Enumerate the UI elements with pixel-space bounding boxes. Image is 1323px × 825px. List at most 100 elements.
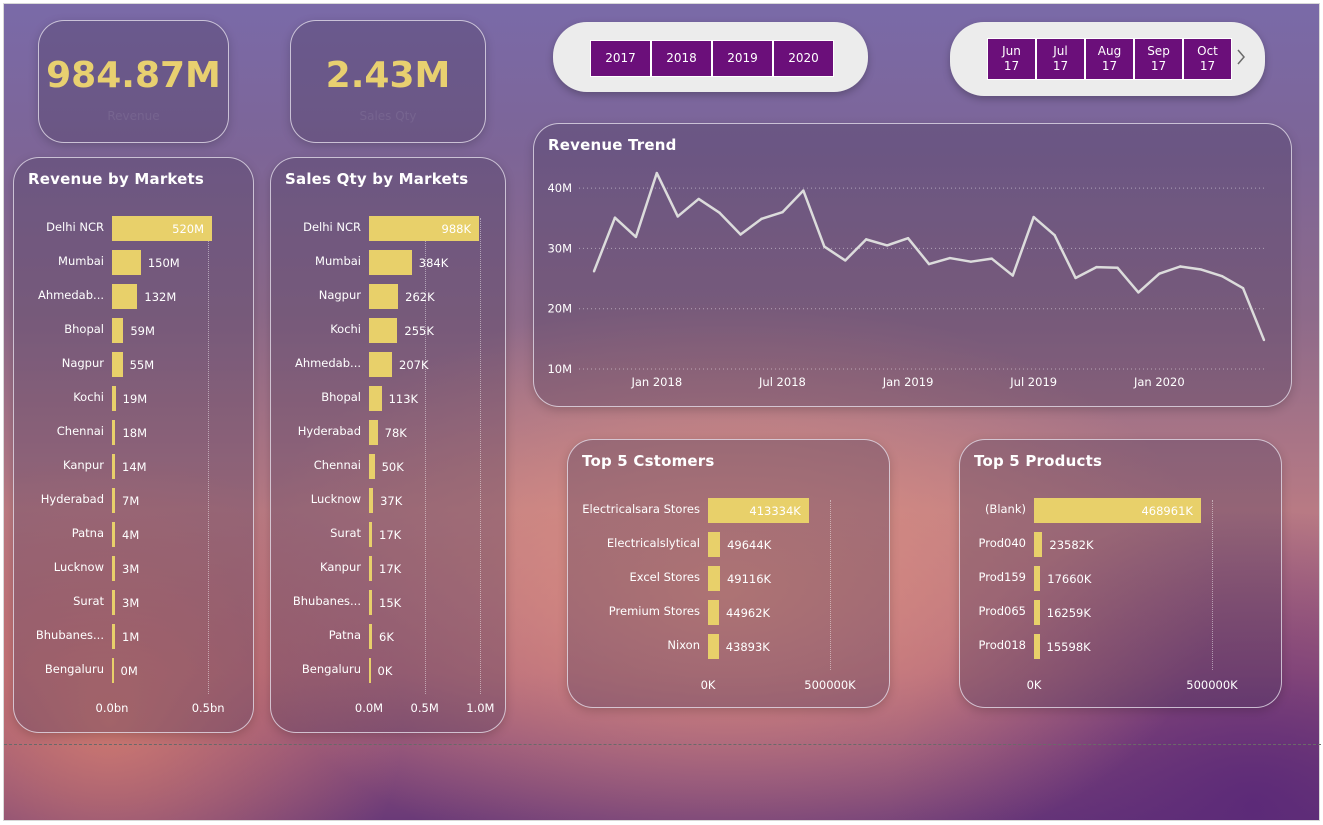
top5-products-card[interactable]: Top 5 Products 0K 500000K (Blank) 468961K Pr… bbox=[959, 439, 1282, 708]
category-label: Prod065 bbox=[978, 604, 1027, 618]
month-button-sep[interactable]: Sep 17 bbox=[1134, 38, 1183, 80]
bar[interactable] bbox=[369, 590, 372, 615]
data-point bbox=[739, 233, 742, 236]
month-slicer: Jun 17 Jul 17 Aug 17 Sep 17 Oct 17 bbox=[950, 22, 1265, 96]
data-label: 44962K bbox=[725, 606, 771, 620]
data-label: 55M bbox=[129, 358, 155, 372]
x-tick-label: 1.0M bbox=[466, 701, 495, 715]
category-label: Lucknow bbox=[310, 492, 361, 506]
category-label: Surat bbox=[73, 594, 104, 608]
bar[interactable] bbox=[1034, 600, 1040, 625]
bar[interactable] bbox=[708, 600, 719, 625]
data-point bbox=[1116, 266, 1119, 269]
bar[interactable] bbox=[112, 488, 115, 513]
bar[interactable] bbox=[112, 318, 124, 343]
bar[interactable] bbox=[112, 522, 115, 547]
revenue-by-markets-title: Revenue by Markets bbox=[28, 170, 205, 188]
x-tick-label: 0.5bn bbox=[191, 701, 225, 715]
data-label: 3M bbox=[122, 562, 140, 576]
category-label: Ahmedab... bbox=[37, 288, 104, 302]
data-label: 0K bbox=[377, 664, 393, 678]
data-point bbox=[781, 211, 784, 214]
data-point bbox=[948, 256, 952, 260]
revenue-by-markets-card[interactable]: Revenue by Markets 0.0bn 0.5bn Delhi NCR 52… bbox=[13, 157, 254, 733]
category-label: Mumbai bbox=[58, 254, 104, 268]
bar[interactable] bbox=[369, 420, 378, 445]
bar[interactable] bbox=[112, 590, 115, 615]
month-button-year: 17 bbox=[1199, 59, 1216, 73]
data-point bbox=[697, 197, 700, 201]
category-label: Electricalslytical bbox=[606, 536, 700, 550]
data-label: 6K bbox=[379, 630, 394, 644]
bar[interactable] bbox=[1034, 634, 1040, 659]
category-label: Kochi bbox=[330, 322, 361, 336]
data-label: 37K bbox=[380, 494, 403, 508]
bar[interactable] bbox=[708, 634, 719, 659]
sales-qty-by-markets-card[interactable]: Sales Qty by Markets 0.0M 0.5M 1.0M Delhi N… bbox=[270, 157, 506, 733]
bar[interactable] bbox=[369, 250, 412, 275]
data-point bbox=[1179, 265, 1182, 268]
month-button-month: Aug bbox=[1097, 44, 1122, 58]
bar[interactable] bbox=[112, 284, 138, 309]
data-label: 520M bbox=[172, 222, 204, 236]
data-point bbox=[990, 257, 994, 260]
bar[interactable] bbox=[708, 566, 720, 591]
data-label: 384K bbox=[418, 256, 449, 270]
month-button-oct[interactable]: Oct 17 bbox=[1183, 38, 1232, 80]
data-label: 49116K bbox=[726, 572, 772, 586]
bar[interactable] bbox=[112, 420, 116, 445]
year-button-2019[interactable]: 2019 bbox=[712, 40, 773, 77]
kpi-card-revenue[interactable]: 984.87M Revenue bbox=[38, 20, 229, 143]
month-button-jun[interactable]: Jun 17 bbox=[987, 38, 1036, 80]
data-point bbox=[613, 216, 617, 219]
page-divider bbox=[4, 744, 1321, 745]
bar[interactable] bbox=[1034, 566, 1041, 591]
bar[interactable] bbox=[112, 386, 116, 411]
bar[interactable] bbox=[369, 386, 382, 411]
bar[interactable] bbox=[112, 624, 115, 649]
bar[interactable] bbox=[112, 454, 115, 479]
year-button-2018[interactable]: 2018 bbox=[651, 40, 712, 77]
revenue-trend-card[interactable]: Revenue Trend 10M 20M 30M 40M Jan 2018 Jul 20… bbox=[533, 123, 1292, 407]
data-label: 150M bbox=[147, 256, 180, 270]
data-point bbox=[1032, 215, 1035, 219]
data-label: 15598K bbox=[1046, 640, 1091, 654]
data-label: 18M bbox=[122, 426, 148, 440]
bar[interactable] bbox=[369, 556, 372, 581]
kpi-card-sales-qty[interactable]: 2.43M Sales Qty bbox=[290, 20, 486, 143]
category-label: Prod159 bbox=[978, 570, 1027, 584]
bar[interactable] bbox=[369, 352, 393, 377]
bar[interactable] bbox=[369, 454, 375, 479]
top5-customers-card[interactable]: Top 5 Cstomers 0K 500000K Electricalsara S… bbox=[567, 439, 890, 708]
year-button-2020[interactable]: 2020 bbox=[773, 40, 834, 77]
category-label: Electricalsara Stores bbox=[582, 502, 700, 516]
data-point bbox=[864, 238, 868, 241]
data-label: 15K bbox=[379, 596, 402, 610]
month-button-aug[interactable]: Aug 17 bbox=[1085, 38, 1134, 80]
year-button-2017[interactable]: 2017 bbox=[590, 40, 651, 77]
data-point bbox=[760, 217, 763, 221]
data-label: 132M bbox=[144, 290, 177, 304]
x-tick-label: 0.0bn bbox=[95, 701, 129, 715]
bar[interactable] bbox=[369, 284, 399, 309]
month-button-jul[interactable]: Jul 17 bbox=[1036, 38, 1085, 80]
bar[interactable] bbox=[369, 522, 372, 547]
data-point bbox=[823, 245, 826, 248]
chevron-right-icon[interactable] bbox=[1235, 48, 1247, 70]
bar[interactable] bbox=[369, 318, 398, 343]
category-label: Bhopal bbox=[321, 390, 361, 404]
data-label: 3M bbox=[122, 596, 140, 610]
category-label: Premium Stores bbox=[608, 604, 700, 618]
data-label: 17K bbox=[379, 528, 402, 542]
data-label: 113K bbox=[388, 392, 419, 406]
bar[interactable] bbox=[112, 556, 115, 581]
bar[interactable] bbox=[369, 624, 372, 649]
category-label: Patna bbox=[328, 628, 361, 642]
bar[interactable] bbox=[369, 658, 371, 683]
bar[interactable] bbox=[112, 250, 141, 275]
bar[interactable] bbox=[708, 532, 721, 557]
bar[interactable] bbox=[369, 488, 374, 513]
bar[interactable] bbox=[112, 352, 123, 377]
bar[interactable] bbox=[112, 658, 114, 683]
bar[interactable] bbox=[1034, 532, 1043, 557]
